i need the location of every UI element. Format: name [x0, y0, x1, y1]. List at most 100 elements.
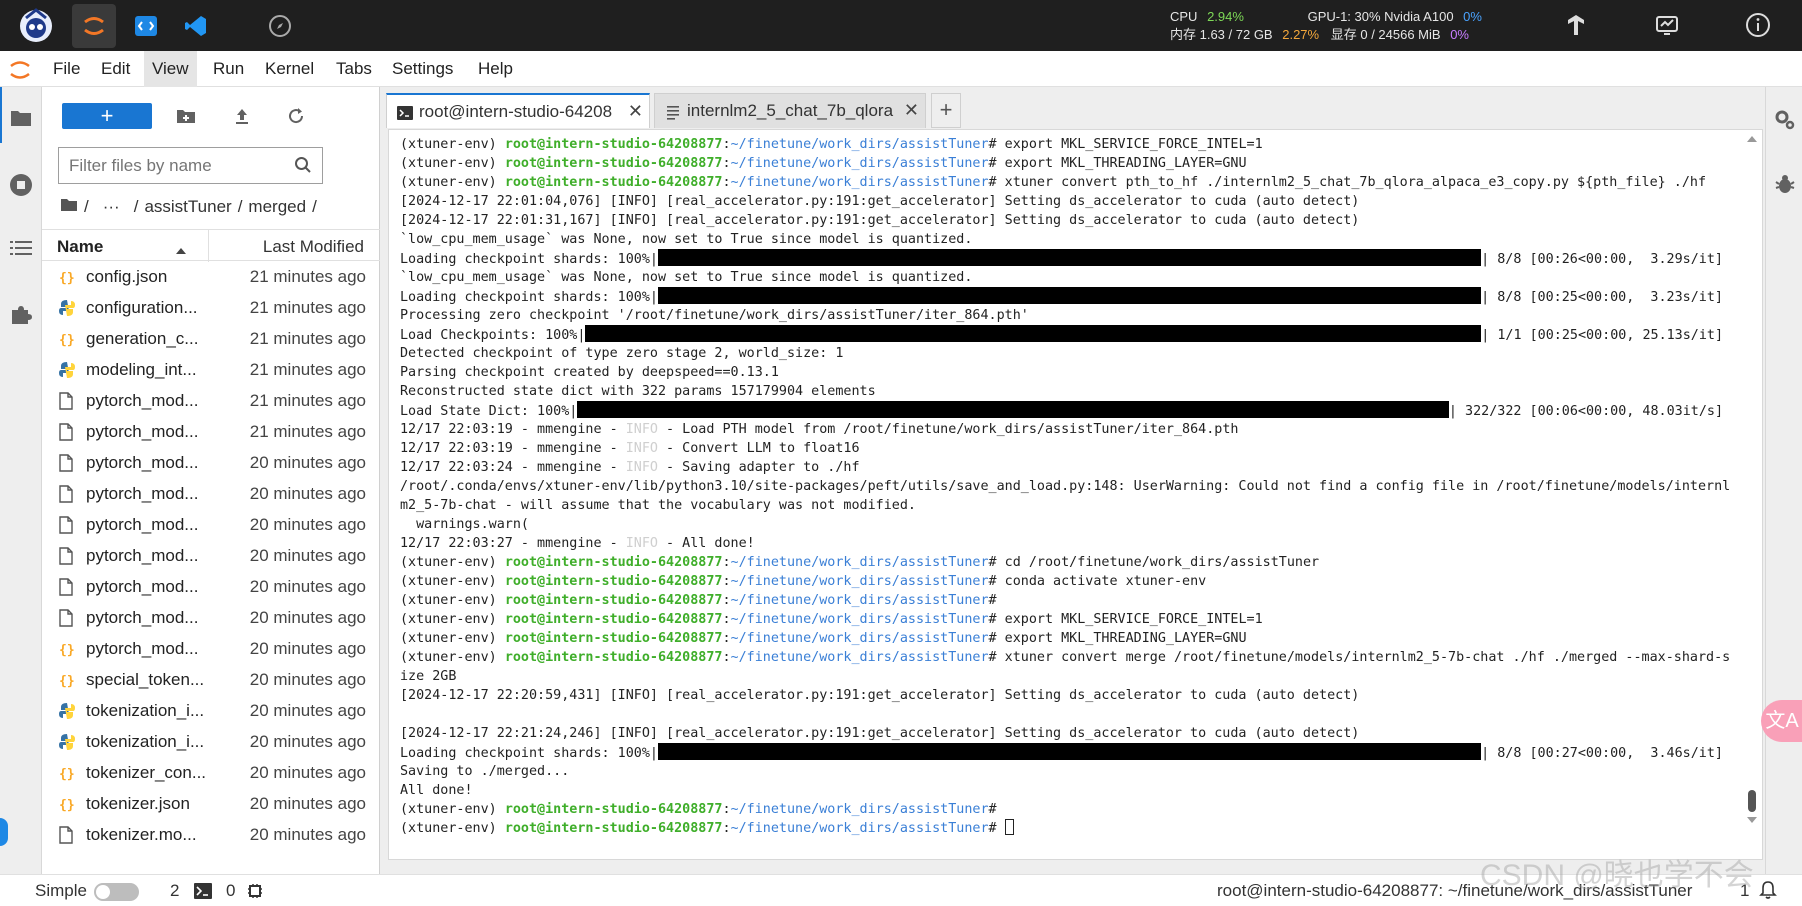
breadcrumb-assisttuner[interactable]: assistTuner [144, 197, 231, 217]
terminal-scrollbar-thumb[interactable] [1748, 790, 1756, 812]
simple-mode-toggle[interactable] [94, 883, 139, 901]
kernel-status-icon[interactable] [246, 882, 264, 905]
monitor-icon[interactable] [1652, 10, 1682, 40]
menu-view[interactable]: View [144, 51, 197, 87]
menu-kernel[interactable]: Kernel [257, 51, 322, 87]
file-modified: 20 minutes ago [249, 763, 366, 782]
prompt-host: root@intern-studio-64208877 [504, 156, 723, 171]
file-row[interactable]: modeling_int... 21 minutes ago [42, 355, 380, 386]
terminal-panel[interactable]: (xtuner-env) root@intern-studio-64208877… [388, 129, 1763, 860]
running-sessions-icon[interactable] [7, 171, 35, 199]
jupyter-app-icon[interactable] [72, 4, 116, 48]
sort-ascending-icon[interactable] [175, 240, 187, 260]
terminal-count[interactable]: 0 [226, 881, 235, 901]
terminal-count-icon[interactable] [194, 883, 212, 904]
file-row[interactable]: pytorch_mod... 20 minutes ago [42, 510, 380, 541]
file-row[interactable]: tokenizer.mo... 20 minutes ago [42, 820, 380, 851]
studio-logo-icon[interactable] [14, 4, 58, 48]
svg-text:{}: {} [59, 333, 75, 348]
new-launcher-button[interactable]: + [62, 103, 152, 129]
right-sidebar-rail [1765, 87, 1802, 874]
file-row[interactable]: pytorch_mod... 20 minutes ago [42, 603, 380, 634]
file-row[interactable]: pytorch_mod... 20 minutes ago [42, 448, 380, 479]
file-row[interactable]: {} pytorch_mod... 20 minutes ago [42, 634, 380, 665]
add-tab-button[interactable]: + [931, 93, 961, 128]
file-row[interactable]: pytorch_mod... 20 minutes ago [42, 479, 380, 510]
breadcrumb-folder-icon[interactable] [60, 197, 78, 217]
compass-icon[interactable] [258, 4, 302, 48]
info-icon[interactable] [1743, 10, 1773, 40]
tab-terminal[interactable]: root@intern-studio-64208 ✕ [386, 93, 650, 128]
filter-files-input[interactable] [69, 154, 284, 178]
file-row[interactable]: {} tokenizer.json 20 minutes ago [42, 789, 380, 820]
file-modified: 20 minutes ago [249, 608, 366, 627]
close-tab-icon[interactable]: ✕ [628, 101, 643, 122]
new-folder-icon[interactable] [172, 103, 200, 129]
terminal-line: Processing zero checkpoint '/root/finetu… [400, 306, 1730, 325]
scroll-up-icon[interactable] [1746, 132, 1758, 144]
terminal-line: (xtuner-env) root@intern-studio-64208877… [400, 612, 1263, 627]
file-icon [58, 578, 76, 596]
log-message: - All done! [657, 536, 755, 551]
file-row[interactable]: tokenization_i... 20 minutes ago [42, 696, 380, 727]
menu-tabs[interactable]: Tabs [328, 51, 380, 87]
json-icon: {} [58, 268, 76, 286]
file-name: tokenizer.mo... [86, 825, 197, 844]
terminal-line: Loading checkpoint shards: 100%| | 8/8 [0… [400, 249, 1730, 268]
file-name: pytorch_mod... [86, 484, 199, 503]
extensions-icon[interactable] [7, 301, 35, 329]
breadcrumb-ellipsis[interactable]: ··· [103, 197, 120, 217]
terminal-line: [2024-12-17 22:20:59,431] [INFO] [real_a… [400, 686, 1730, 705]
file-row[interactable]: pytorch_mod... 20 minutes ago [42, 541, 380, 572]
file-name: configuration... [86, 298, 198, 317]
column-divider[interactable] [208, 230, 209, 262]
file-row[interactable]: pytorch_mod... 21 minutes ago [42, 386, 380, 417]
file-row[interactable]: pytorch_mod... 21 minutes ago [42, 417, 380, 448]
bell-icon[interactable] [1758, 880, 1778, 905]
column-modified-header[interactable]: Last Modified [263, 237, 364, 257]
main-dock-area: root@intern-studio-64208 ✕ internlm2_5_c… [380, 87, 1765, 874]
vscode-icon[interactable] [174, 4, 218, 48]
menu-file[interactable]: File [45, 51, 88, 87]
file-row[interactable]: configuration... 21 minutes ago [42, 293, 380, 324]
translate-icon[interactable]: 文A [1761, 700, 1802, 742]
close-tab-icon[interactable]: ✕ [904, 100, 919, 121]
log-message: - Convert LLM to float16 [657, 441, 860, 456]
side-tab-handle[interactable] [0, 818, 8, 846]
terminal-text: Reconstructed state dict with 322 params… [400, 384, 876, 399]
menu-edit[interactable]: Edit [93, 51, 138, 87]
property-inspector-icon[interactable] [1772, 107, 1798, 133]
menu-settings[interactable]: Settings [384, 51, 461, 87]
folder-icon[interactable] [7, 104, 35, 132]
scroll-down-icon[interactable] [1746, 813, 1758, 825]
column-name-header[interactable]: Name [57, 237, 103, 257]
search-icon[interactable] [294, 156, 314, 176]
table-of-contents-icon[interactable] [7, 234, 35, 262]
debugger-icon[interactable] [1772, 171, 1798, 197]
tab-config-file[interactable]: internlm2_5_chat_7b_qlora ✕ [654, 93, 926, 128]
file-row[interactable]: {} generation_c... 21 minutes ago [42, 324, 380, 355]
upload-icon[interactable] [228, 103, 256, 129]
file-row[interactable]: {} special_token... 20 minutes ago [42, 665, 380, 696]
terminal-line: 12/17 22:03:19 - mmengine - INFO - Load … [400, 420, 1730, 439]
terminal-output[interactable]: (xtuner-env) root@intern-studio-64208877… [400, 135, 1730, 838]
file-row[interactable]: tokenization_i... 20 minutes ago [42, 727, 380, 758]
menu-run[interactable]: Run [205, 51, 252, 87]
menu-help[interactable]: Help [470, 51, 521, 87]
terminal-line: Reconstructed state dict with 322 params… [400, 382, 1730, 401]
file-row[interactable]: pytorch_mod... 20 minutes ago [42, 572, 380, 603]
kernel-count[interactable]: 2 [170, 881, 179, 901]
file-row[interactable]: {} tokenizer_con... 20 minutes ago [42, 758, 380, 789]
code-editor-icon[interactable] [124, 4, 168, 48]
file-row[interactable]: {} config.json 21 minutes ago [42, 262, 380, 293]
tensorflow-icon[interactable] [1561, 10, 1591, 40]
file-name: pytorch_mod... [86, 577, 199, 596]
terminal-text: m2_5-7b-chat - will assume that the voca… [400, 498, 916, 513]
breadcrumb-merged[interactable]: merged [248, 197, 306, 217]
progress-prefix: Load State Dict: 100%| [400, 404, 578, 419]
progress-prefix: Load Checkpoints: 100%| [400, 328, 586, 343]
breadcrumb-root[interactable]: / [84, 197, 89, 217]
refresh-icon[interactable] [282, 103, 310, 129]
file-modified: 20 minutes ago [249, 484, 366, 503]
terminal-text: Detected checkpoint of type zero stage 2… [400, 346, 844, 361]
